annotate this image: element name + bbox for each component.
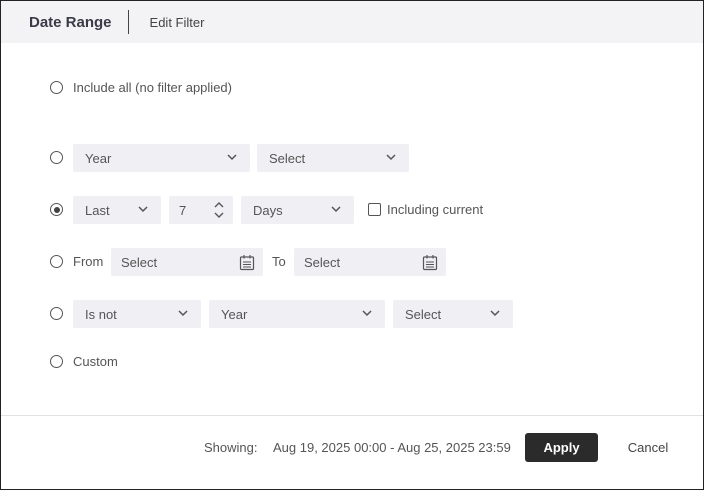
including-current-label: Including current — [387, 202, 484, 217]
chevron-down-icon — [227, 154, 237, 161]
dialog-header: Date Range Edit Filter — [1, 1, 703, 43]
header-divider — [127, 10, 129, 34]
period-dropdown[interactable]: Year — [73, 144, 250, 172]
showing-label: Showing: — [204, 440, 258, 455]
last-mode-dropdown[interactable]: Last — [73, 196, 161, 224]
include-all-label: Include all (no filter applied) — [73, 80, 232, 95]
year-row: Year Select — [1, 144, 703, 172]
last-mode-dropdown-value: Last — [85, 203, 110, 218]
range-row-radio[interactable] — [50, 255, 63, 268]
footer-divider — [1, 415, 703, 416]
count-stepper[interactable]: 7 — [169, 196, 233, 224]
apply-button[interactable]: Apply — [525, 433, 598, 462]
count-stepper-value: 7 — [179, 203, 187, 218]
from-label: From — [73, 254, 104, 269]
to-label: To — [272, 254, 286, 269]
dialog-title: Date Range — [29, 13, 112, 31]
to-date-placeholder: Select — [304, 255, 341, 270]
chevron-down-icon — [138, 206, 148, 213]
operator-dropdown-value: Is not — [85, 307, 117, 322]
custom-row: Custom — [1, 348, 703, 376]
from-date-input[interactable]: Select — [111, 248, 263, 276]
chevron-down-icon — [331, 206, 341, 213]
is-not-row: Is not Year Select — [1, 300, 703, 328]
operator-dropdown[interactable]: Is not — [73, 300, 201, 328]
range-row: From Select To Select — [1, 248, 703, 276]
last-row-radio[interactable] — [50, 203, 63, 216]
is-not-period-dropdown[interactable]: Year — [209, 300, 385, 328]
include-all-row: Include all (no filter applied) — [1, 74, 703, 102]
custom-radio[interactable] — [50, 355, 63, 368]
unit-dropdown-value: Days — [253, 203, 283, 218]
cancel-button[interactable]: Cancel — [621, 433, 675, 462]
is-not-value-dropdown[interactable]: Select — [393, 300, 513, 328]
period-dropdown-value: Year — [85, 151, 112, 166]
up-down-chevron-icon[interactable] — [213, 200, 225, 220]
to-date-input[interactable]: Select — [294, 248, 446, 276]
is-not-row-radio[interactable] — [50, 307, 63, 320]
year-value-dropdown[interactable]: Select — [257, 144, 409, 172]
dialog-footer: Showing: Aug 19, 2025 00:00 - Aug 25, 20… — [1, 433, 703, 463]
custom-label: Custom — [73, 354, 118, 369]
is-not-value-text: Select — [405, 307, 442, 322]
year-row-radio[interactable] — [50, 151, 63, 164]
year-value-dropdown-value: Select — [269, 151, 306, 166]
from-date-placeholder: Select — [121, 255, 158, 270]
including-current-checkbox[interactable] — [368, 203, 381, 216]
include-all-radio[interactable] — [50, 81, 63, 94]
date-range-dialog: Date Range Edit Filter Include all (no f… — [0, 0, 704, 490]
chevron-down-icon — [362, 310, 372, 317]
dialog-subtitle: Edit Filter — [149, 14, 205, 30]
unit-dropdown[interactable]: Days — [241, 196, 354, 224]
chevron-down-icon — [178, 310, 188, 317]
is-not-period-value: Year — [221, 307, 248, 322]
calendar-icon[interactable] — [422, 254, 438, 271]
chevron-down-icon — [386, 154, 396, 161]
showing-range-value: Aug 19, 2025 00:00 - Aug 25, 2025 23:59 — [273, 440, 511, 455]
calendar-icon[interactable] — [239, 254, 255, 271]
chevron-down-icon — [490, 310, 500, 317]
last-row: Last 7 Days Including current — [1, 196, 703, 224]
